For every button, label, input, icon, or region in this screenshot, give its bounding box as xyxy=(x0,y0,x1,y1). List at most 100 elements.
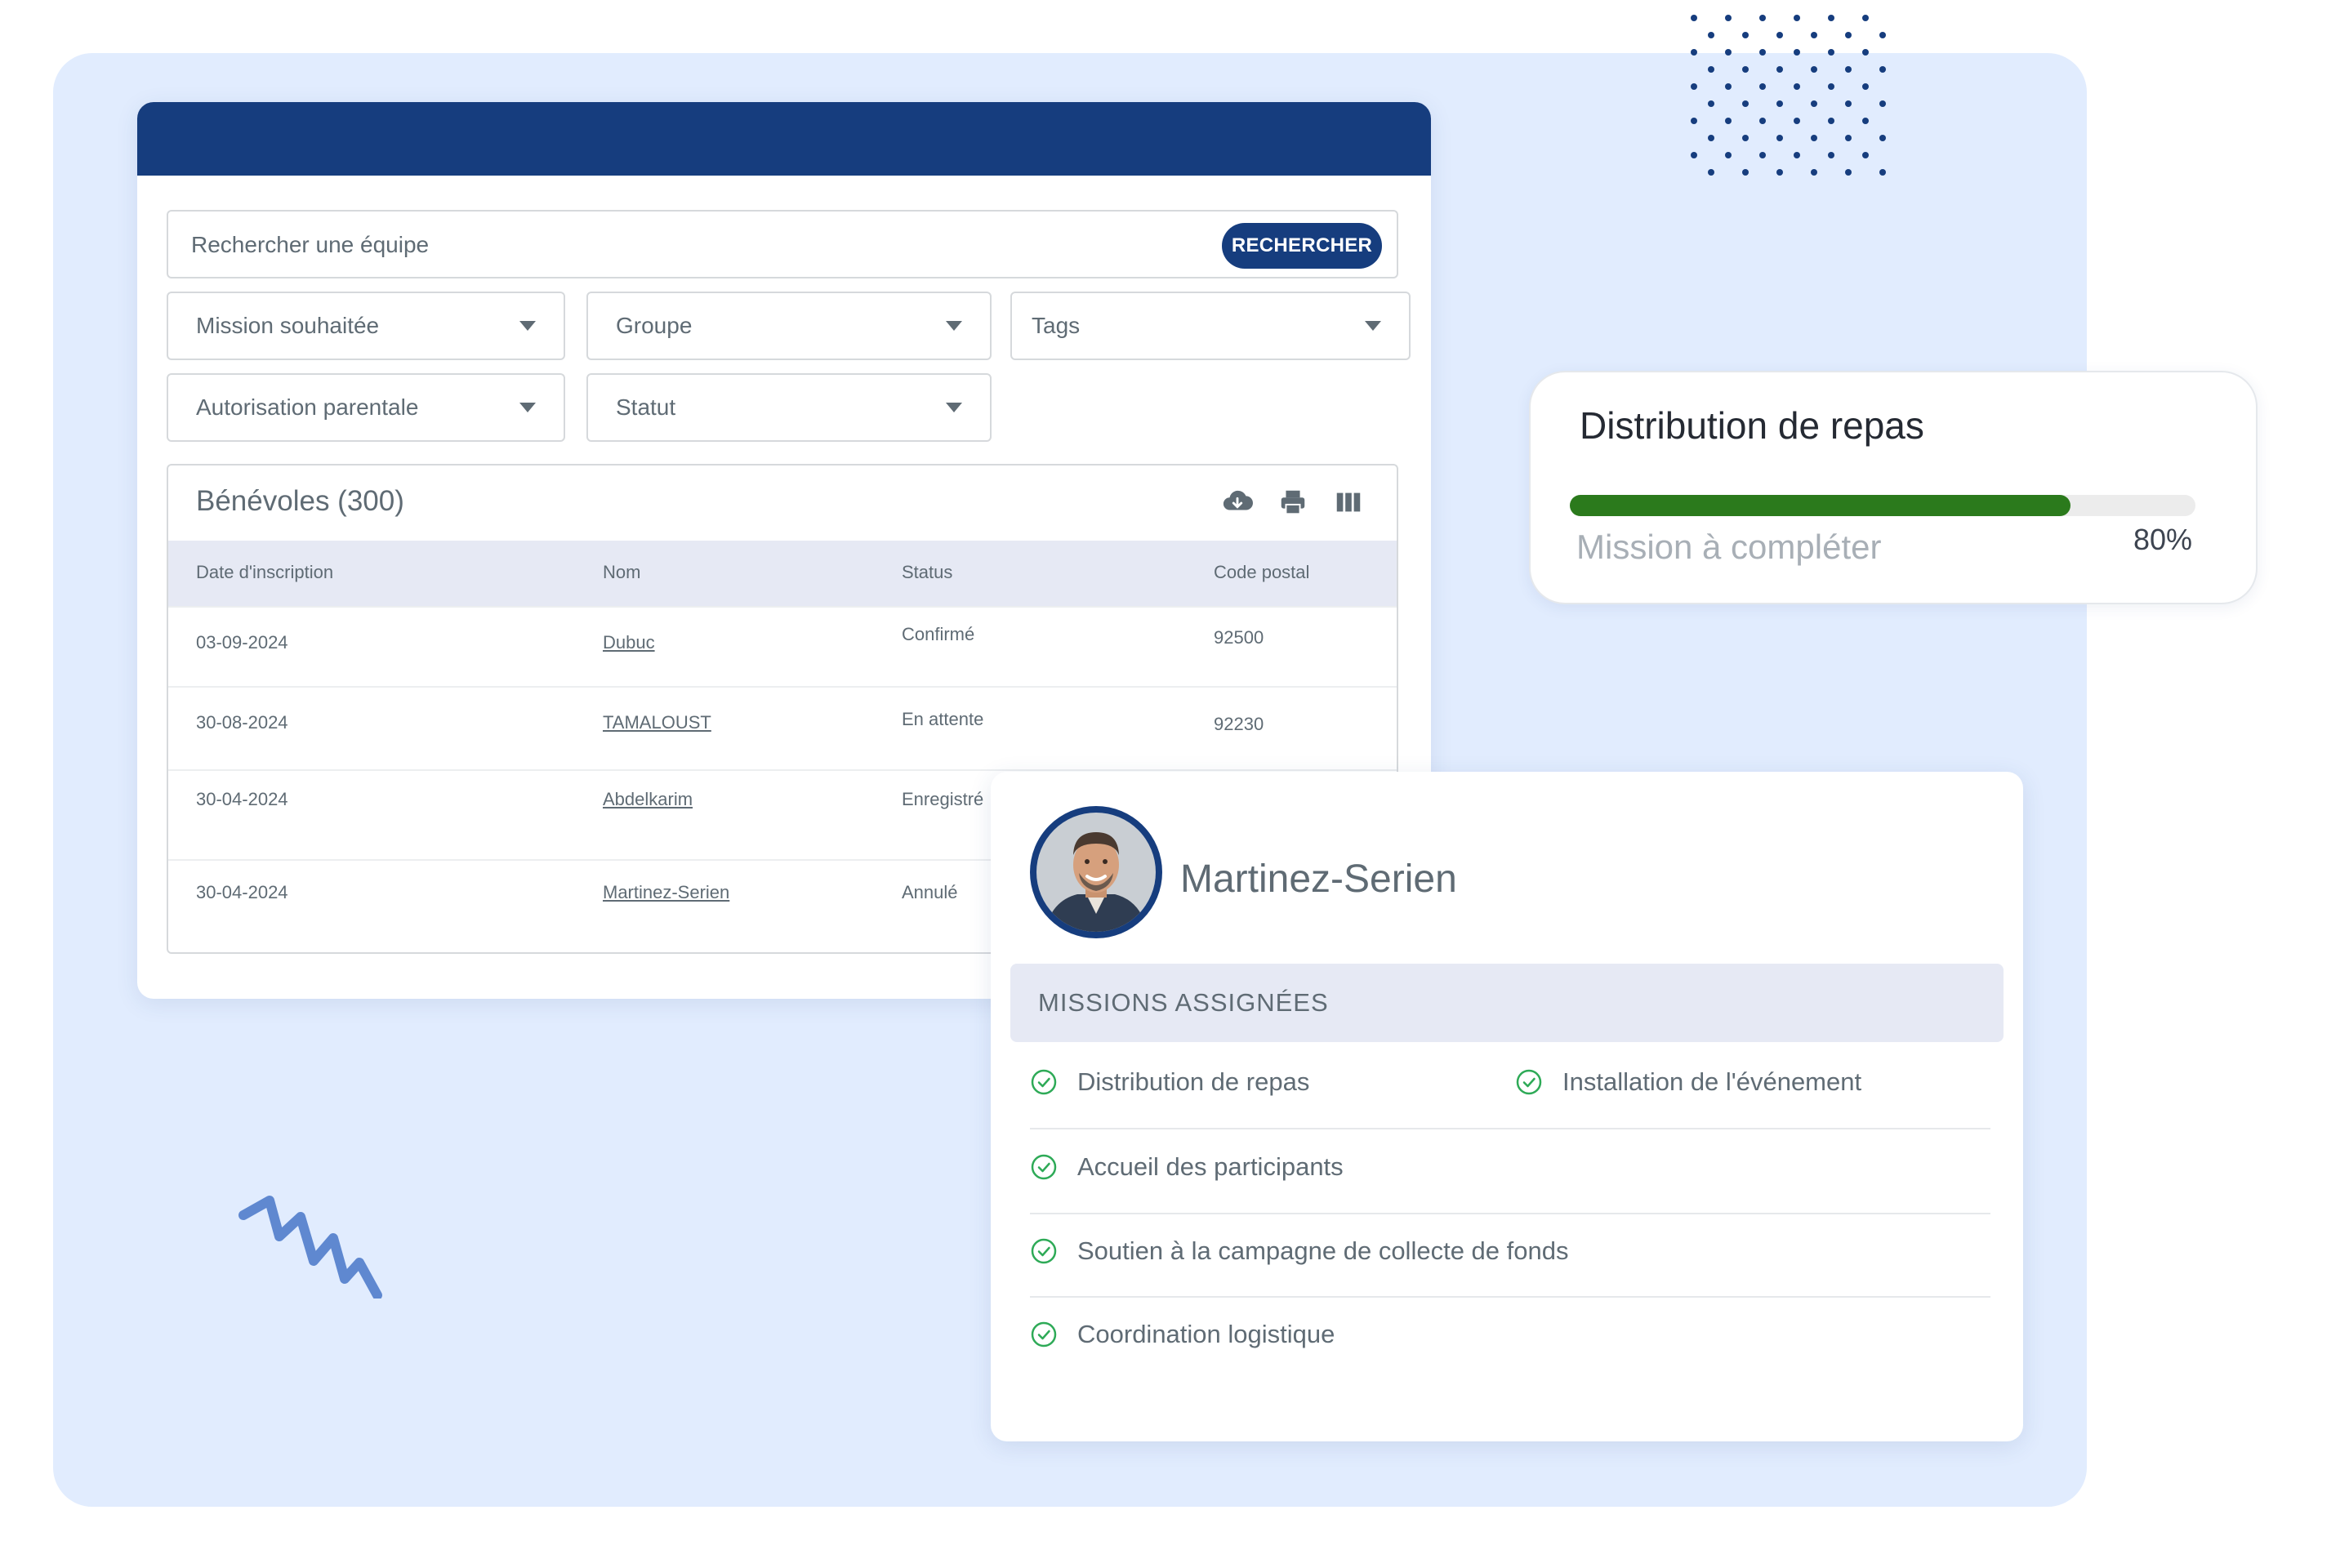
decoration-dot xyxy=(1725,49,1732,56)
date-cell: 30-08-2024 xyxy=(196,712,288,733)
decoration-dot xyxy=(1794,152,1800,158)
mission-label: Soutien à la campagne de collecte de fon… xyxy=(1077,1236,1569,1265)
check-circle-icon xyxy=(1031,1069,1057,1095)
decoration-dot xyxy=(1845,32,1852,38)
postal-cell: 92230 xyxy=(1214,714,1264,734)
search-input[interactable] xyxy=(168,212,1238,278)
decoration-dot xyxy=(1828,15,1834,21)
progress-percent: 80% xyxy=(2133,523,2193,556)
filter-groupe[interactable]: Groupe xyxy=(586,292,992,360)
decoration-dot xyxy=(1811,66,1817,73)
check-circle-icon xyxy=(1031,1238,1057,1264)
decoration-dot xyxy=(1759,118,1766,124)
status-cell: Enregistré xyxy=(902,789,984,809)
mission-item: Soutien à la campagne de collecte de fon… xyxy=(1030,1236,1568,1266)
decoration-dot xyxy=(1776,32,1783,38)
decoration-dot xyxy=(1828,49,1834,56)
decoration-dot xyxy=(1794,118,1800,124)
decoration-dot xyxy=(1742,32,1749,38)
decoration-dot xyxy=(1725,83,1732,90)
filter-mission-souhaitee[interactable]: Mission souhaitée xyxy=(167,292,565,360)
divider xyxy=(1030,1296,1990,1298)
progress-label: Mission à compléter xyxy=(1576,528,1882,566)
column-header[interactable]: Status xyxy=(902,562,952,583)
decoration-dot xyxy=(1845,100,1852,107)
chevron-down-icon xyxy=(1365,321,1381,331)
filter-autorisation-parentale[interactable]: Autorisation parentale xyxy=(167,373,565,442)
status-cell: Confirmé xyxy=(902,624,975,644)
decoration-dot xyxy=(1879,66,1886,73)
decoration-dot xyxy=(1776,66,1783,73)
decoration-dot xyxy=(1879,135,1886,141)
print-icon[interactable] xyxy=(1277,487,1308,518)
decoration-dot xyxy=(1742,169,1749,176)
filter-tags[interactable]: Tags xyxy=(1010,292,1411,360)
table-row[interactable]: 03-09-2024 Dubuc Confirmé 92500 xyxy=(168,606,1397,688)
mission-item: Distribution de repas xyxy=(1030,1067,1309,1097)
status-cell: Annulé xyxy=(902,882,958,902)
decoration-dot xyxy=(1794,15,1800,21)
decoration-dot xyxy=(1845,66,1852,73)
mission-label: Coordination logistique xyxy=(1077,1320,1335,1348)
date-cell: 30-04-2024 xyxy=(196,789,288,809)
decoration-dot xyxy=(1794,49,1800,56)
mission-progress-card: Distribution de repas Mission à compléte… xyxy=(1529,371,2258,604)
decoration-dot xyxy=(1794,83,1800,90)
decoration-dot xyxy=(1708,66,1714,73)
search-bar: RECHERCHER xyxy=(167,210,1398,278)
table-row[interactable]: 30-08-2024 TAMALOUST En attente 92230 xyxy=(168,686,1397,771)
chevron-down-icon xyxy=(946,403,962,412)
decoration-dot xyxy=(1862,49,1869,56)
decoration-dot xyxy=(1691,83,1697,90)
mission-label: Accueil des participants xyxy=(1077,1152,1344,1181)
filter-label: Tags xyxy=(1032,313,1081,338)
date-cell: 30-04-2024 xyxy=(196,882,288,902)
name-link[interactable]: Martinez-Serien xyxy=(603,882,729,903)
decoration-dot xyxy=(1862,118,1869,124)
decoration-dot xyxy=(1708,100,1714,107)
decoration-dot xyxy=(1691,15,1697,21)
missions-header: MISSIONS ASSIGNÉES xyxy=(1010,964,2004,1042)
decoration-dot xyxy=(1759,152,1766,158)
decoration-dot xyxy=(1879,100,1886,107)
decoration-dot xyxy=(1725,118,1732,124)
decoration-dot xyxy=(1811,100,1817,107)
chevron-down-icon xyxy=(519,403,536,412)
decoration-dot xyxy=(1708,169,1714,176)
avatar[interactable] xyxy=(1030,806,1162,938)
name-link[interactable]: Abdelkarim xyxy=(603,789,693,810)
column-header[interactable]: Nom xyxy=(603,562,640,583)
decoration-dot xyxy=(1691,118,1697,124)
name-link[interactable]: TAMALOUST xyxy=(603,712,711,733)
decoration-dot xyxy=(1862,152,1869,158)
column-header[interactable]: Date d'inscription xyxy=(196,562,333,583)
volunteer-profile-card: Martinez-Serien MISSIONS ASSIGNÉES Distr… xyxy=(991,772,2023,1441)
decoration-dot xyxy=(1742,100,1749,107)
decoration-dot xyxy=(1725,15,1732,21)
decoration-dot xyxy=(1742,66,1749,73)
decoration-dot xyxy=(1828,83,1834,90)
columns-icon[interactable] xyxy=(1333,487,1364,518)
chevron-down-icon xyxy=(946,321,962,331)
check-circle-icon xyxy=(1031,1154,1057,1180)
decoration-dot xyxy=(1845,135,1852,141)
table-header: Date d'inscription Nom Status Code posta… xyxy=(168,541,1397,606)
dot-pattern-decoration xyxy=(1691,15,1886,176)
table-toolbar xyxy=(1222,487,1364,518)
filter-label: Statut xyxy=(616,394,676,420)
name-link[interactable]: Dubuc xyxy=(603,632,655,653)
decoration-dot xyxy=(1742,135,1749,141)
divider xyxy=(1030,1213,1990,1214)
decoration-dot xyxy=(1879,169,1886,176)
filter-statut[interactable]: Statut xyxy=(586,373,992,442)
search-button[interactable]: RECHERCHER xyxy=(1222,223,1382,269)
column-header[interactable]: Code postal xyxy=(1214,562,1309,583)
mission-item: Coordination logistique xyxy=(1030,1320,1335,1349)
decoration-dot xyxy=(1811,32,1817,38)
decoration-dot xyxy=(1708,135,1714,141)
date-cell: 03-09-2024 xyxy=(196,632,288,653)
postal-cell: 92500 xyxy=(1214,627,1264,648)
cloud-download-icon[interactable] xyxy=(1222,487,1253,518)
decoration-dot xyxy=(1776,135,1783,141)
profile-name: Martinez-Serien xyxy=(1180,858,1457,901)
